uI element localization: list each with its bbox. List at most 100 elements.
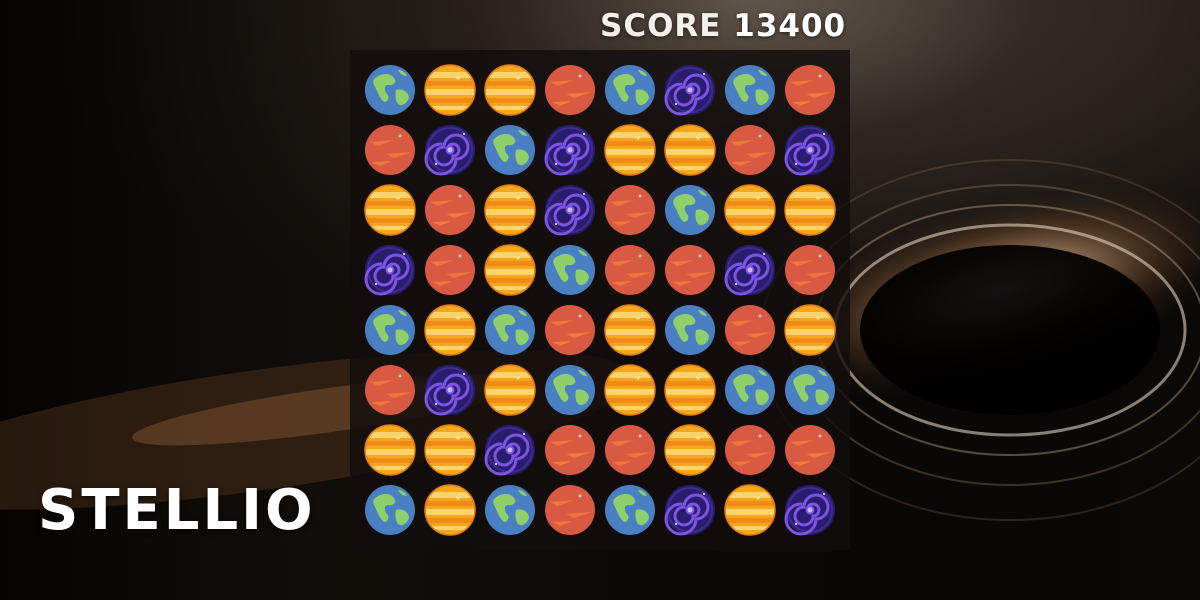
tile-mars[interactable] [424,184,476,236]
tile-galaxy[interactable] [484,424,536,476]
tile-jupiter[interactable] [484,244,536,296]
score-value: 13400 [733,8,847,44]
earth-planet-icon [484,304,536,356]
tile-jupiter[interactable] [664,364,716,416]
tile-mars[interactable] [604,424,656,476]
mars-planet-icon [604,424,656,476]
mars-planet-icon [784,64,836,116]
tile-jupiter[interactable] [364,184,416,236]
mars-planet-icon [424,244,476,296]
mars-planet-icon [664,244,716,296]
tile-earth[interactable] [664,304,716,356]
tile-jupiter[interactable] [484,364,536,416]
jupiter-planet-icon [484,64,536,116]
tile-mars[interactable] [784,424,836,476]
mars-planet-icon [544,304,596,356]
spiral-galaxy-icon [424,124,476,176]
tile-jupiter[interactable] [604,304,656,356]
spiral-galaxy-icon [664,64,716,116]
tile-mars[interactable] [364,364,416,416]
tile-jupiter[interactable] [484,184,536,236]
jupiter-planet-icon [664,424,716,476]
tile-mars[interactable] [544,304,596,356]
jupiter-planet-icon [724,484,776,536]
jupiter-planet-icon [424,64,476,116]
game-screen: SCORE 13400 STELLIO [0,0,1200,600]
tile-jupiter[interactable] [604,364,656,416]
tile-galaxy[interactable] [364,244,416,296]
mars-planet-icon [724,424,776,476]
tile-earth[interactable] [604,484,656,536]
mars-planet-icon [604,184,656,236]
tile-earth[interactable] [724,364,776,416]
tile-earth[interactable] [484,484,536,536]
tile-jupiter[interactable] [784,304,836,356]
mars-planet-icon [544,64,596,116]
tile-mars[interactable] [784,244,836,296]
tile-earth[interactable] [784,364,836,416]
tile-mars[interactable] [604,184,656,236]
tile-earth[interactable] [544,364,596,416]
jupiter-planet-icon [484,184,536,236]
tile-mars[interactable] [544,424,596,476]
tile-earth[interactable] [364,64,416,116]
tile-mars[interactable] [724,124,776,176]
tile-jupiter[interactable] [784,184,836,236]
tile-mars[interactable] [724,304,776,356]
mars-planet-icon [544,484,596,536]
tile-galaxy[interactable] [664,484,716,536]
tile-mars[interactable] [544,64,596,116]
tile-mars[interactable] [664,244,716,296]
spiral-galaxy-icon [664,484,716,536]
earth-planet-icon [484,484,536,536]
jupiter-planet-icon [724,184,776,236]
tile-galaxy[interactable] [784,124,836,176]
mars-planet-icon [604,244,656,296]
tile-jupiter[interactable] [364,424,416,476]
tile-jupiter[interactable] [724,184,776,236]
earth-planet-icon [664,304,716,356]
tile-jupiter[interactable] [604,124,656,176]
tile-earth[interactable] [364,484,416,536]
tile-earth[interactable] [484,124,536,176]
spiral-galaxy-icon [784,484,836,536]
tile-mars[interactable] [364,124,416,176]
tile-galaxy[interactable] [724,244,776,296]
tile-earth[interactable] [364,304,416,356]
earth-planet-icon [544,364,596,416]
tile-jupiter[interactable] [724,484,776,536]
earth-planet-icon [664,184,716,236]
tile-earth[interactable] [724,64,776,116]
tile-jupiter[interactable] [424,64,476,116]
score-display: SCORE 13400 [600,8,846,44]
tile-jupiter[interactable] [424,304,476,356]
earth-planet-icon [604,484,656,536]
tile-mars[interactable] [784,64,836,116]
tile-galaxy[interactable] [784,484,836,536]
jupiter-planet-icon [484,364,536,416]
tile-earth[interactable] [544,244,596,296]
tile-jupiter[interactable] [424,484,476,536]
tile-galaxy[interactable] [424,124,476,176]
tile-earth[interactable] [604,64,656,116]
tile-jupiter[interactable] [484,64,536,116]
earth-planet-icon [544,244,596,296]
earth-planet-icon [364,64,416,116]
game-title-logo: STELLIO [38,478,316,543]
tile-galaxy[interactable] [424,364,476,416]
tile-galaxy[interactable] [664,64,716,116]
jupiter-planet-icon [664,364,716,416]
tile-mars[interactable] [544,484,596,536]
jupiter-planet-icon [664,124,716,176]
tile-mars[interactable] [424,244,476,296]
tile-mars[interactable] [604,244,656,296]
tile-earth[interactable] [664,184,716,236]
tile-jupiter[interactable] [664,124,716,176]
tile-earth[interactable] [484,304,536,356]
tile-galaxy[interactable] [544,124,596,176]
tile-mars[interactable] [724,424,776,476]
tile-jupiter[interactable] [664,424,716,476]
tile-galaxy[interactable] [544,184,596,236]
tile-jupiter[interactable] [424,424,476,476]
jupiter-planet-icon [604,304,656,356]
